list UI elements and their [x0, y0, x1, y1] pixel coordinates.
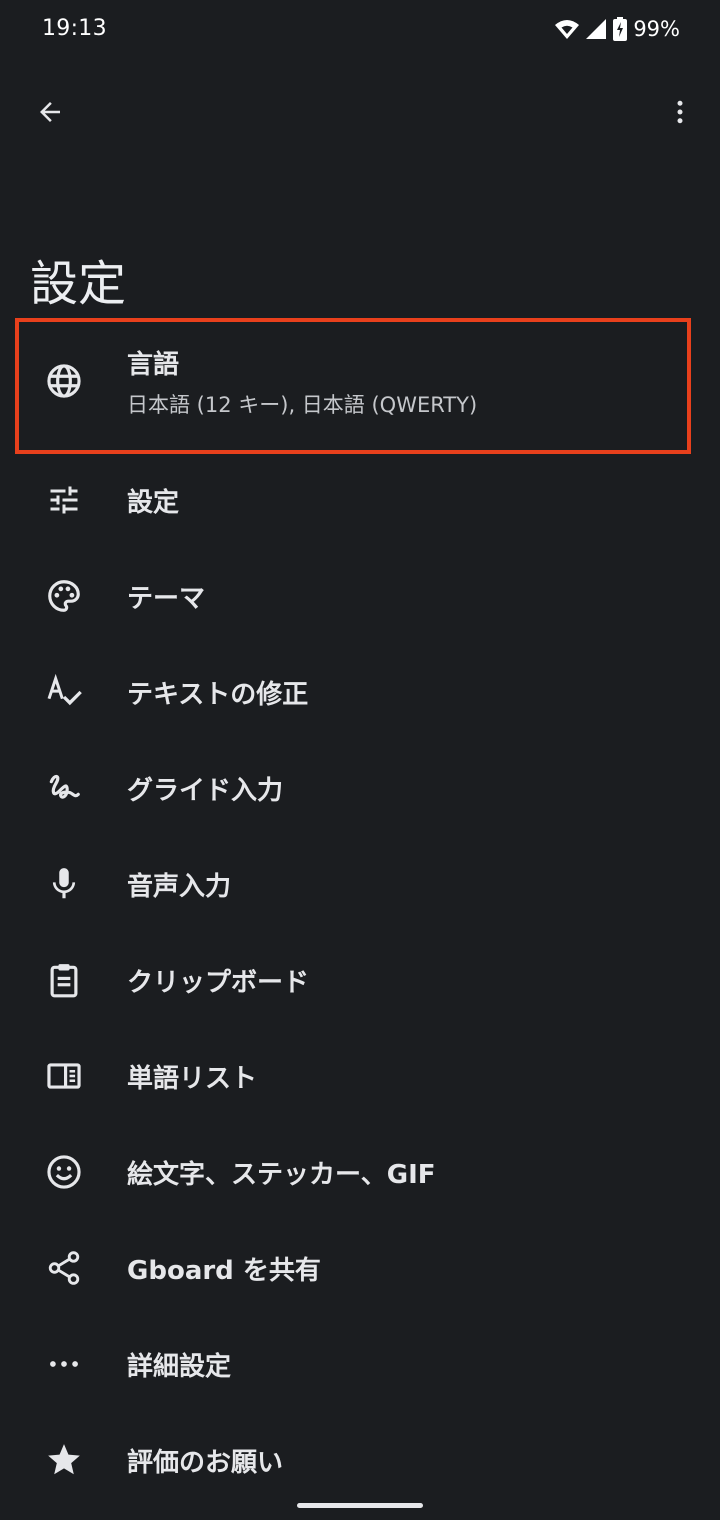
settings-item-clipboard[interactable]: クリップボード: [0, 932, 720, 1028]
settings-item-glide-typing[interactable]: グライド入力: [0, 740, 720, 836]
more-options-button[interactable]: [652, 86, 708, 142]
share-icon: [44, 1248, 84, 1288]
settings-item-language[interactable]: 言語 日本語 (12 キー), 日本語 (QWERTY): [0, 310, 720, 454]
settings-item-text: グライド入力: [127, 770, 690, 807]
tune-icon: [44, 480, 84, 520]
settings-item-title: 詳細設定: [127, 1351, 232, 1382]
more-vert-icon: [665, 97, 695, 131]
settings-item-dictionary[interactable]: 単語リスト: [0, 1028, 720, 1124]
settings-item-subtitle: 日本語 (12 キー), 日本語 (QWERTY): [127, 392, 478, 417]
settings-item-title: 言語: [127, 349, 180, 380]
settings-item-emoji[interactable]: 絵文字、ステッカー、GIF: [0, 1124, 720, 1220]
settings-item-title: Gboard を共有: [127, 1255, 321, 1286]
settings-item-text: 絵文字、ステッカー、GIF: [127, 1154, 690, 1191]
palette-icon: [44, 576, 84, 616]
settings-item-share[interactable]: Gboard を共有: [0, 1220, 720, 1316]
settings-item-title: テーマ: [127, 583, 206, 614]
battery-percentage: 99%: [633, 17, 680, 41]
clipboard-icon: [44, 960, 84, 1000]
back-button[interactable]: [22, 86, 78, 142]
status-icons: 99%: [555, 14, 680, 44]
battery-icon: [613, 17, 628, 41]
settings-item-preferences[interactable]: 設定: [0, 452, 720, 548]
settings-item-text: クリップボード: [127, 962, 690, 999]
settings-list: 言語 日本語 (12 キー), 日本語 (QWERTY) 設定 テーマ テキスト…: [0, 310, 720, 1508]
home-indicator[interactable]: [297, 1503, 423, 1508]
settings-item-title: クリップボード: [127, 967, 310, 998]
settings-item-text: テキストの修正: [127, 674, 690, 711]
settings-item-text: 評価のお願い: [127, 1442, 690, 1479]
settings-item-text: 言語 日本語 (12 キー), 日本語 (QWERTY): [127, 344, 690, 419]
dictionary-icon: [44, 1056, 84, 1096]
settings-item-text-correction[interactable]: テキストの修正: [0, 644, 720, 740]
settings-item-title: グライド入力: [127, 775, 284, 806]
spellcheck-icon: [44, 672, 84, 712]
globe-icon: [44, 361, 84, 401]
microphone-icon: [44, 864, 84, 904]
settings-item-title: テキストの修正: [127, 679, 309, 710]
arrow-back-icon: [35, 97, 65, 131]
signal-icon: [585, 18, 607, 40]
settings-item-text: 音声入力: [127, 866, 690, 903]
settings-item-text: 詳細設定: [127, 1346, 690, 1383]
settings-item-text: Gboard を共有: [127, 1250, 690, 1287]
settings-item-title: 音声入力: [127, 871, 232, 902]
settings-item-text: 設定: [127, 482, 690, 519]
settings-item-text: テーマ: [127, 578, 690, 615]
settings-item-rate[interactable]: 評価のお願い: [0, 1412, 720, 1508]
settings-item-title: 設定: [127, 487, 180, 518]
settings-item-title: 絵文字、ステッカー、GIF: [127, 1159, 436, 1190]
settings-item-title: 評価のお願い: [127, 1447, 284, 1478]
emoji-icon: [44, 1152, 84, 1192]
page-title: 設定: [30, 256, 127, 312]
settings-item-voice-input[interactable]: 音声入力: [0, 836, 720, 932]
settings-item-theme[interactable]: テーマ: [0, 548, 720, 644]
wifi-icon: [555, 18, 580, 40]
star-icon: [44, 1440, 84, 1480]
more-horizontal-icon: [44, 1344, 84, 1384]
status-time: 19:13: [42, 16, 107, 41]
status-bar: 19:13 99%: [0, 0, 720, 60]
settings-item-title: 単語リスト: [127, 1063, 258, 1094]
settings-item-text: 単語リスト: [127, 1058, 690, 1095]
settings-item-advanced[interactable]: 詳細設定: [0, 1316, 720, 1412]
gesture-icon: [44, 768, 84, 808]
